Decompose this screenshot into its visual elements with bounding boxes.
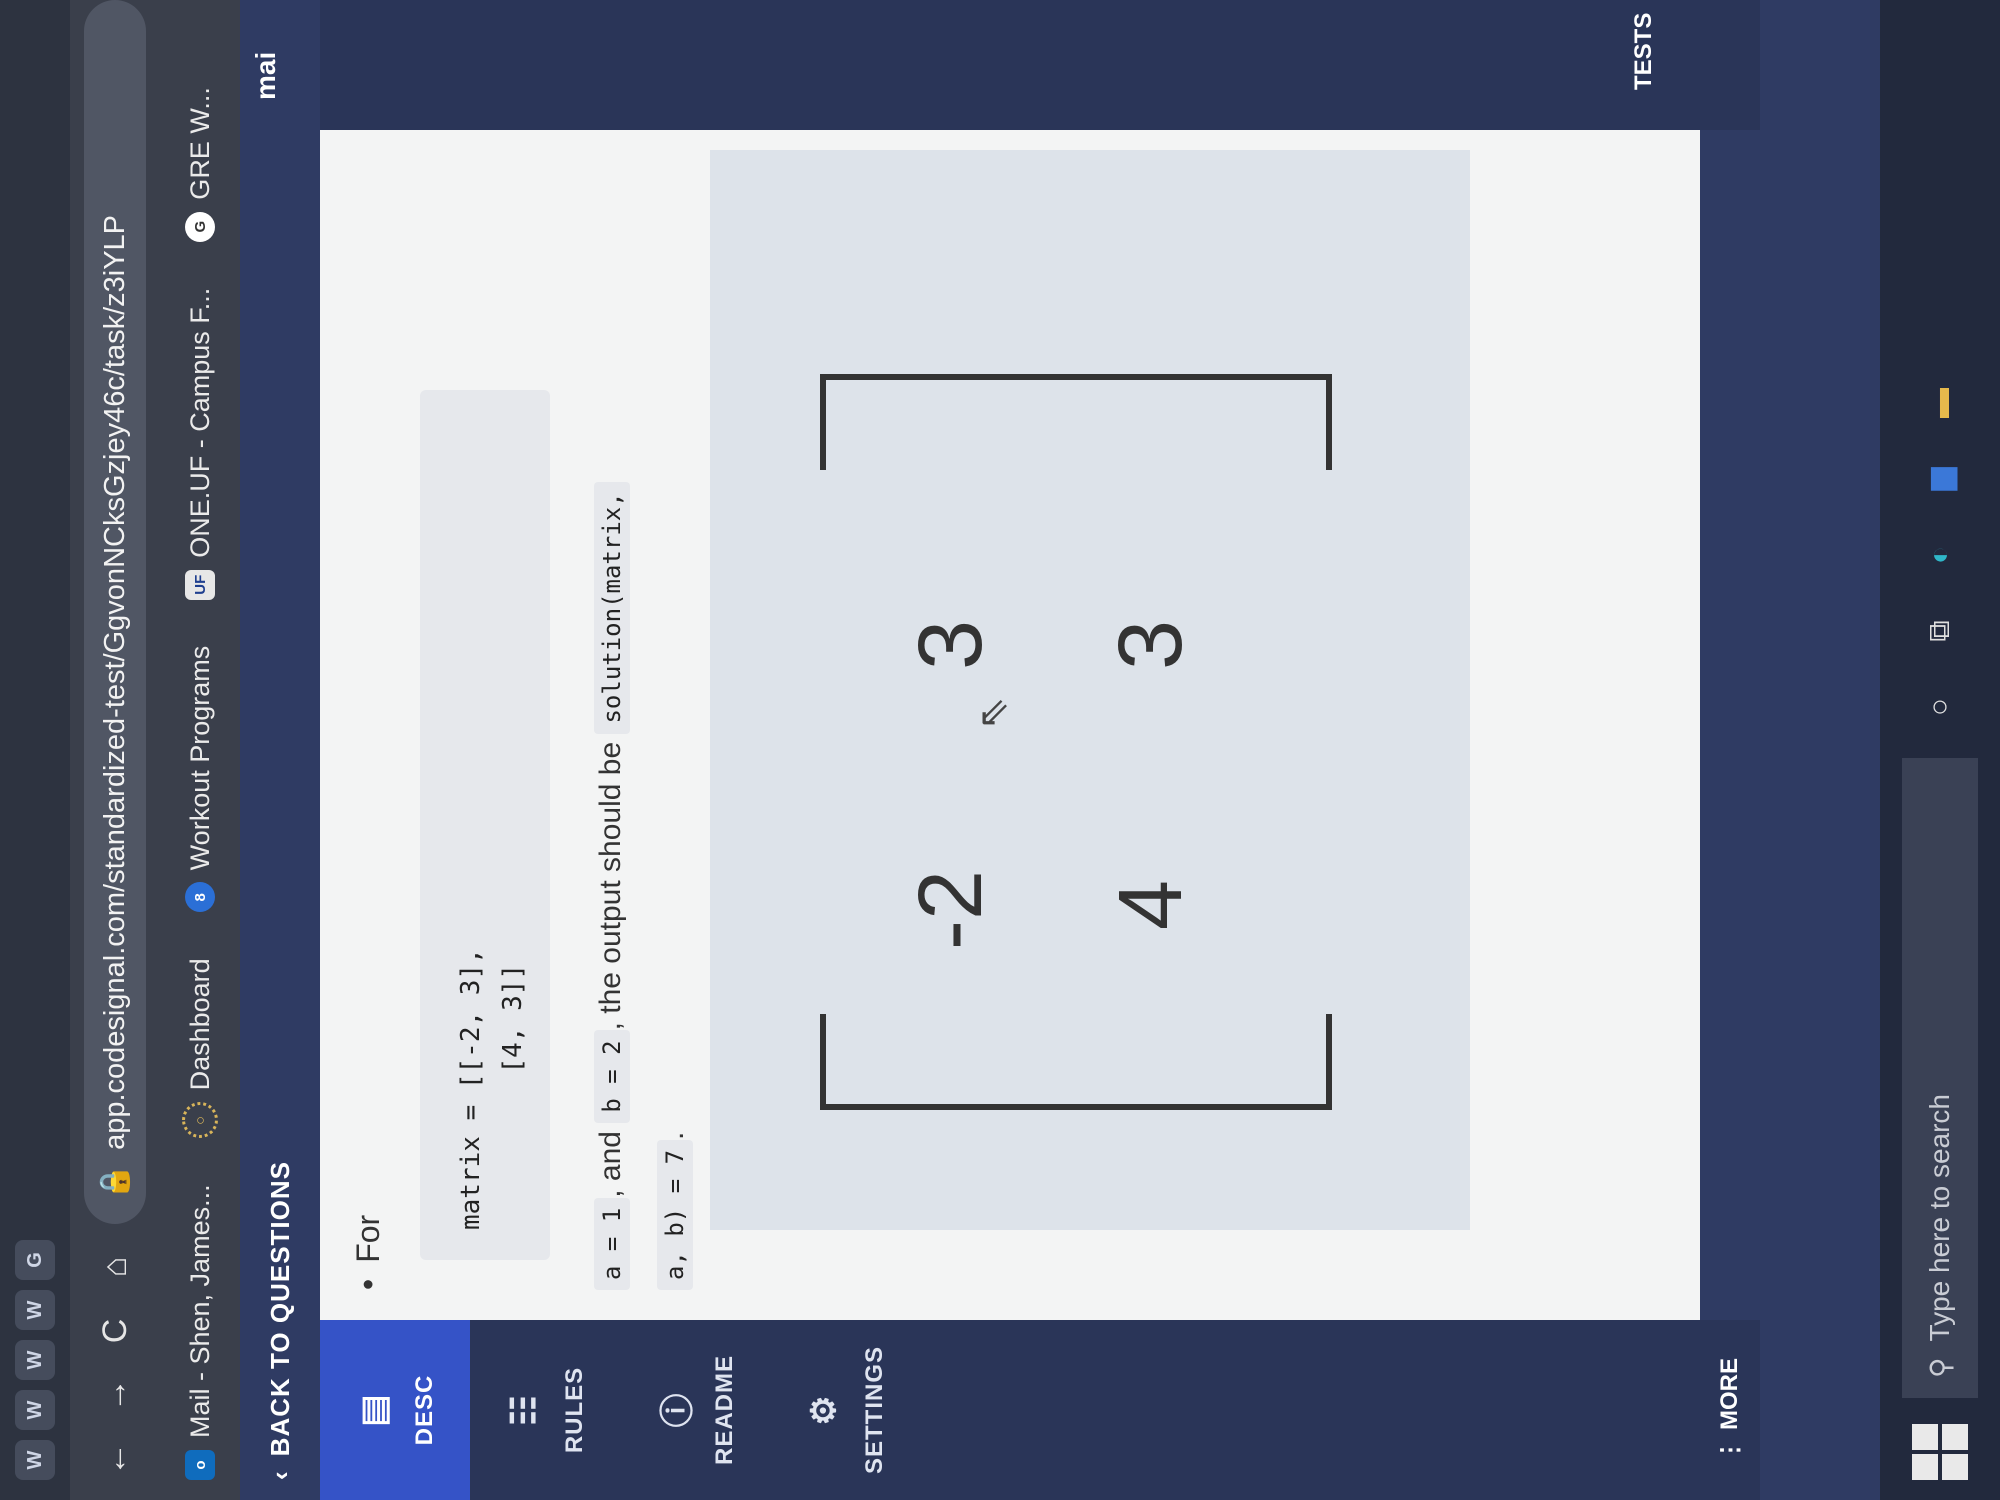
workout-icon: 8 <box>185 882 215 913</box>
left-bracket <box>820 1014 1332 1110</box>
windows-taskbar: ⚲ Type here to search ○ ⧉ ◐ ▆ ▬ <box>1880 0 2000 1500</box>
taskbar-search[interactable]: ⚲ Type here to search <box>1902 758 1978 1398</box>
tab-icon[interactable]: W <box>15 1340 55 1380</box>
edge-icon[interactable]: ◐ <box>1915 530 1965 580</box>
description-panel: • For matrix = [[-2, 3], [4, 3]] a = 1, … <box>320 130 1700 1320</box>
gear-icon: ⚙ <box>805 1394 843 1426</box>
bullet-item: • For <box>350 1215 387 1290</box>
bookmark-mail[interactable]: o Mail - Shen, James... <box>185 1184 216 1480</box>
outlook-icon: o <box>185 1450 215 1480</box>
search-placeholder: Type here to search <box>1924 1094 1955 1342</box>
browser-toolbar: ← → C ⌂ 🔒 app.codesignal.com/standardize… <box>70 0 160 1500</box>
bookmark-label: GRE W... <box>184 87 215 200</box>
browser-tab-strip: W W W W G <box>0 0 70 1500</box>
back-label: BACK TO QUESTIONS <box>264 1161 295 1457</box>
tab-icon[interactable]: W <box>15 1390 55 1430</box>
bookmark-oneuf[interactable]: UF ONE.UF - Campus F... <box>185 288 216 600</box>
sidebar-item-rules[interactable]: ☷ RULES <box>470 1320 620 1500</box>
info-icon: ⓘ <box>658 1392 697 1428</box>
matrix-cell: 4 <box>1101 879 1201 930</box>
more-button[interactable]: ⋮ MORE <box>1700 1320 1760 1500</box>
inline-code: solution(matrix, <box>594 482 630 734</box>
sentence-text: , the output should be <box>594 741 627 1031</box>
folder-icon[interactable]: ▬ <box>1915 378 1965 428</box>
sentence-text: , and <box>594 1131 627 1198</box>
tab-icon[interactable]: W <box>15 1440 55 1480</box>
sidebar-item-label: README <box>711 1355 738 1466</box>
matrix-cell: 3 <box>901 619 1001 670</box>
matrix-cell: 3 <box>1101 619 1201 670</box>
code-line: matrix = [[-2, 3], <box>456 948 486 1230</box>
tests-panel: TESTS <box>320 0 1760 130</box>
bookmark-workout[interactable]: 8 Workout Programs <box>185 646 216 913</box>
bookmark-gre[interactable]: G GRE W... <box>185 87 216 242</box>
g-icon: G <box>185 211 215 242</box>
uf-icon: UF <box>185 569 215 600</box>
lock-icon: 🔒 <box>99 1163 131 1200</box>
more-label: MORE <box>1716 1358 1743 1430</box>
cortana-icon[interactable]: ○ <box>1915 682 1965 732</box>
bookmark-label: Dashboard <box>184 958 215 1091</box>
code-line: [4, 3]] <box>498 963 528 1230</box>
bullet-text: For <box>350 1214 386 1263</box>
task-view-icon[interactable]: ⧉ <box>1915 606 1965 656</box>
inline-code: a, b) = 7 <box>657 1139 693 1290</box>
kebab-icon: ⋮ <box>1716 1438 1744 1462</box>
main-tab-label[interactable]: mai <box>250 52 282 100</box>
sidebar-item-settings[interactable]: ⚙ SETTINGS <box>770 1320 920 1500</box>
list-icon: ☷ <box>505 1394 543 1426</box>
rotated-screen: W W W W G ← → C ⌂ 🔒 app.codesignal.com/s… <box>0 0 2000 1500</box>
word-icon[interactable]: ▆ <box>1915 454 1965 504</box>
bookmark-dashboard[interactable]: ○ Dashboard <box>182 958 218 1139</box>
sidebar-item-desc[interactable]: ▤ DESC <box>320 1320 470 1500</box>
forward-button[interactable]: → <box>96 1374 135 1416</box>
bookmarks-bar: o Mail - Shen, James... ○ Dashboard 8 Wo… <box>160 0 240 1500</box>
sidebar-item-label: SETTINGS <box>861 1346 888 1475</box>
search-icon: ⚲ <box>1924 1357 1956 1378</box>
bullet-dot: • <box>350 1278 386 1290</box>
home-button[interactable]: ⌂ <box>96 1246 135 1288</box>
codesignal-app: ‹ BACK TO QUESTIONS mai ▤ DESC ☷ RULES ⓘ… <box>240 0 1880 1500</box>
windows-start-icon[interactable] <box>1912 1424 1968 1480</box>
dashboard-icon: ○ <box>182 1102 218 1139</box>
sidebar-item-label: DESC <box>411 1374 438 1446</box>
bookmark-label: Mail - Shen, James... <box>184 1184 215 1438</box>
tab-icon[interactable]: G <box>15 1240 55 1280</box>
example-sentence: a = 1, and b = 2, the output should be s… <box>580 190 706 1290</box>
back-button[interactable]: ← <box>96 1438 135 1480</box>
mouse-cursor-icon: ⇖ <box>971 696 1015 730</box>
tab-icon[interactable]: W <box>15 1290 55 1330</box>
tests-tab[interactable]: TESTS <box>1630 13 1658 90</box>
matrix-cell: -2 <box>901 869 1001 950</box>
right-bracket <box>820 374 1332 470</box>
inline-code: a = 1 <box>594 1197 630 1290</box>
sidebar-item-readme[interactable]: ⓘ README <box>620 1320 770 1500</box>
matrix-illustration: -2 3 4 3 ⇖ <box>710 150 1470 1230</box>
reload-button[interactable]: C <box>96 1310 135 1352</box>
left-sidebar: ▤ DESC ☷ RULES ⓘ README ⚙ SETTINGS ⋮ MOR… <box>320 1320 1760 1500</box>
chevron-left-icon: ‹ <box>264 1470 295 1480</box>
code-block: matrix = [[-2, 3], [4, 3]] <box>420 390 550 1260</box>
inline-code: b = 2 <box>594 1030 630 1123</box>
bookmark-label: ONE.UF - Campus F... <box>184 287 215 558</box>
sidebar-item-label: RULES <box>561 1366 588 1454</box>
document-icon: ▤ <box>355 1393 393 1427</box>
back-to-questions-link[interactable]: ‹ BACK TO QUESTIONS <box>240 0 320 1500</box>
bookmark-label: Workout Programs <box>184 645 215 871</box>
address-bar[interactable]: 🔒 app.codesignal.com/standardized-test/G… <box>84 0 146 1224</box>
url-text: app.codesignal.com/standardized-test/Ggv… <box>98 214 131 1150</box>
sentence-text: . <box>657 1131 690 1140</box>
